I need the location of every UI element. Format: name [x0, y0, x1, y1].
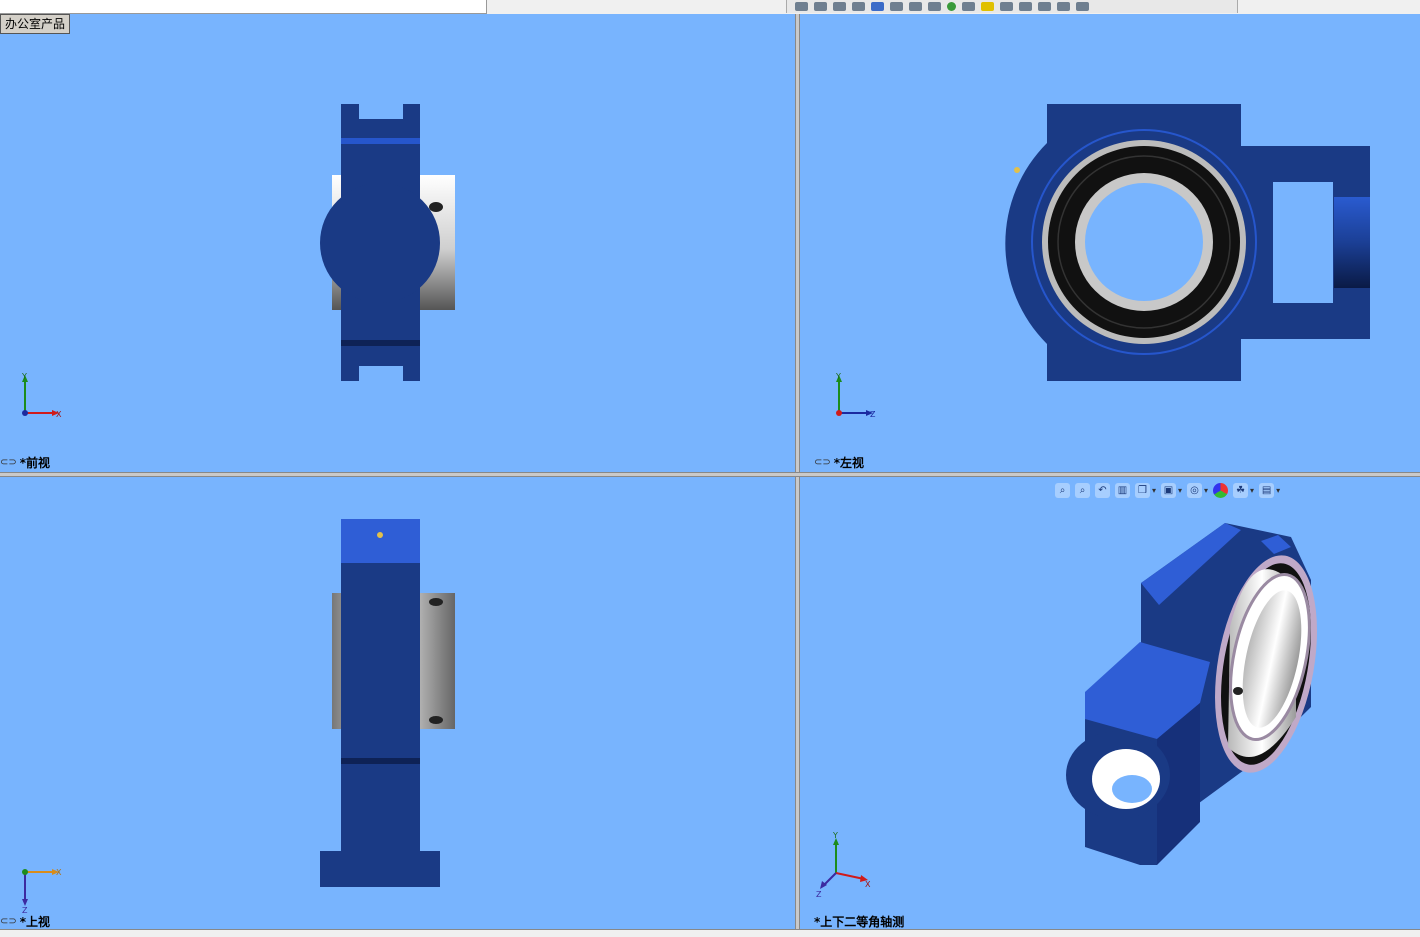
part-front-view[interactable]	[0, 14, 795, 472]
svg-text:X: X	[56, 868, 62, 877]
svg-text:X: X	[865, 880, 871, 889]
section-icon[interactable]	[814, 2, 827, 11]
svg-text:Z: Z	[870, 410, 876, 419]
set-screw-hole	[1233, 687, 1243, 695]
viewport-front[interactable]: Y X ⊂⊃ *前视	[0, 14, 795, 472]
svg-text:Y: Y	[832, 831, 838, 840]
measure-icon[interactable]	[947, 2, 956, 11]
window-icon[interactable]	[1076, 2, 1089, 11]
link-icon: ⊂⊃	[0, 457, 17, 468]
origin-marker	[1014, 167, 1020, 173]
slot-edge	[1334, 197, 1370, 288]
pan-icon[interactable]	[1000, 2, 1013, 11]
top-strip	[0, 0, 1420, 14]
viewport-left[interactable]: Y Z ⊂⊃ *左视	[800, 14, 1420, 472]
housing-boss	[320, 183, 440, 303]
svg-text:Z: Z	[22, 906, 28, 913]
set-screw-hole	[429, 202, 443, 212]
view-label-front: ⊂⊃ *前视	[0, 456, 51, 470]
edit-appearance-icon[interactable]	[871, 2, 884, 11]
light-icon[interactable]	[909, 2, 922, 11]
origin-marker	[377, 532, 383, 538]
axis-triad: Y X	[21, 372, 62, 419]
view-label-left: ⊂⊃ *左视	[814, 456, 865, 470]
axis-triad: Y X Z	[816, 831, 871, 899]
hide-show-icon[interactable]	[852, 2, 865, 11]
svg-text:Z: Z	[816, 890, 822, 899]
mounting-slot	[1273, 182, 1333, 303]
housing-groove	[341, 758, 420, 764]
housing-base	[320, 851, 440, 887]
set-screw-hole	[429, 598, 443, 606]
zoom-icon[interactable]	[981, 2, 994, 11]
camera-icon[interactable]	[928, 2, 941, 11]
svg-text:Y: Y	[835, 372, 841, 381]
paste-icon[interactable]	[1038, 2, 1051, 11]
mounting-hole-through	[1112, 775, 1152, 803]
housing-top-face	[341, 519, 420, 565]
view-orient-icon[interactable]	[795, 2, 808, 11]
print-icon[interactable]	[1057, 2, 1070, 11]
housing-groove	[341, 340, 420, 346]
part-isometric-view[interactable]	[800, 477, 1420, 929]
scene-icon[interactable]	[890, 2, 903, 11]
top-input-field[interactable]	[0, 0, 487, 14]
axis-triad: Y Z	[835, 372, 876, 419]
copy-icon[interactable]	[1019, 2, 1032, 11]
main-toolbar	[786, 0, 1238, 13]
svg-text:X: X	[56, 410, 62, 419]
display-icon[interactable]	[833, 2, 846, 11]
link-icon: ⊂⊃	[814, 457, 831, 468]
insert-icon[interactable]	[962, 2, 975, 11]
part-top-view[interactable]	[0, 477, 795, 929]
link-icon: ⊂⊃	[0, 916, 17, 927]
document-tag-label: 办公室产品	[0, 14, 71, 34]
svg-text:Y: Y	[21, 372, 27, 381]
view-label-top: ⊂⊃ *上视	[0, 915, 51, 929]
viewport-top[interactable]: X Z ⊂⊃ *上视	[0, 477, 795, 929]
axis-triad: X Z	[22, 868, 62, 913]
viewport-isometric[interactable]: ⌕ ⌕ ↶ ▥ ❒ ▾ ▣ ▾ ◎ ▾ ☘ ▾ ▤ ▾ Y X Z *上下二等角…	[800, 477, 1420, 929]
set-screw-hole	[429, 716, 443, 724]
part-left-view[interactable]	[800, 14, 1420, 472]
viewport-splitter-horizontal[interactable]	[0, 472, 1420, 477]
view-label-isometric: *上下二等角轴测	[814, 915, 905, 929]
housing-body	[341, 563, 420, 887]
bore	[1085, 183, 1203, 301]
housing-highlight	[341, 138, 420, 144]
